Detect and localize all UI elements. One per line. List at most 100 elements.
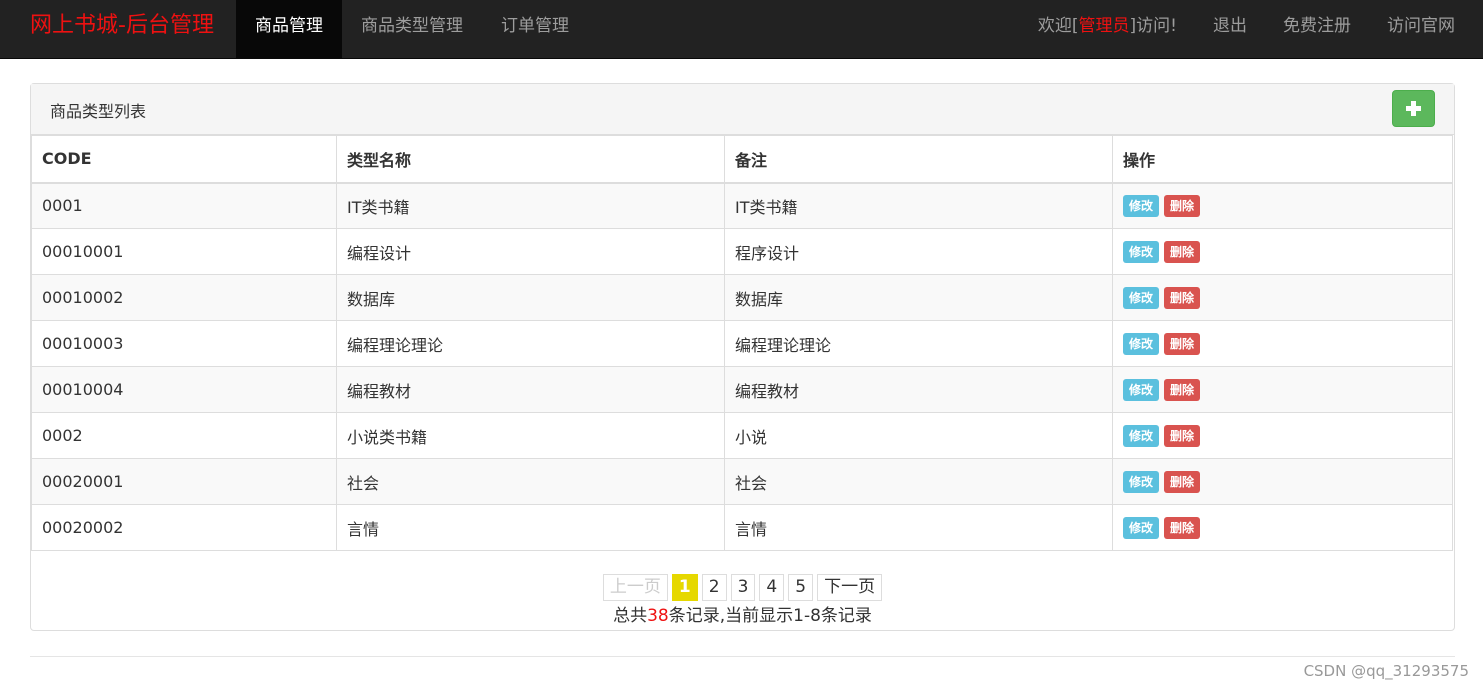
logout-link[interactable]: 退出 — [1195, 0, 1265, 58]
edit-button[interactable]: 修改 — [1123, 240, 1160, 263]
header-note: 备注 — [724, 135, 1113, 184]
header-actions: 操作 — [1112, 135, 1453, 184]
cell-type-name: 编程教材 — [336, 366, 725, 413]
cell-actions: 修改 删除 — [1112, 320, 1453, 367]
table-row: 00020001 社会 社会 修改 删除 — [31, 458, 1453, 505]
cell-note: 编程教材 — [724, 366, 1113, 413]
cell-type-name: 小说类书籍 — [336, 412, 725, 459]
delete-button[interactable]: 删除 — [1164, 240, 1201, 263]
row-actions: 修改 删除 — [1123, 424, 1442, 447]
table-row: 00010004 编程教材 编程教材 修改 删除 — [31, 366, 1453, 413]
row-actions: 修改 删除 — [1123, 194, 1442, 217]
add-type-button[interactable] — [1392, 90, 1435, 127]
cell-code: 00020002 — [31, 504, 337, 551]
table-row: 00010001 编程设计 程序设计 修改 删除 — [31, 228, 1453, 275]
edit-button[interactable]: 修改 — [1123, 378, 1160, 401]
cell-note: 社会 — [724, 458, 1113, 505]
header-type-name: 类型名称 — [336, 135, 725, 184]
cell-actions: 修改 删除 — [1112, 274, 1453, 321]
brand-title[interactable]: 网上书城-后台管理 — [30, 11, 214, 41]
table-row: 0001 IT类书籍 IT类书籍 修改 删除 — [31, 182, 1453, 229]
cell-note: IT类书籍 — [724, 182, 1113, 229]
pagination: 上一页 1 2 3 4 5 下一页 — [31, 574, 1454, 601]
page-2-button[interactable]: 2 — [701, 574, 727, 601]
panel-heading: 商品类型列表 — [31, 84, 1454, 135]
cell-type-name: IT类书籍 — [336, 182, 725, 229]
cell-actions: 修改 删除 — [1112, 182, 1453, 229]
edit-button[interactable]: 修改 — [1123, 470, 1160, 493]
panel-title: 商品类型列表 — [50, 102, 147, 121]
cell-note: 程序设计 — [724, 228, 1113, 275]
page-info-suffix: 条记录,当前显示1-8条记录 — [668, 606, 872, 626]
cell-note: 编程理论理论 — [724, 320, 1113, 367]
top-navbar: 网上书城-后台管理 商品管理 商品类型管理 订单管理 欢迎[管理员]访问! 退出… — [0, 0, 1483, 59]
edit-button[interactable]: 修改 — [1123, 286, 1160, 309]
table-row: 00020002 言情 言情 修改 删除 — [31, 504, 1453, 551]
delete-button[interactable]: 删除 — [1164, 516, 1201, 539]
row-actions: 修改 删除 — [1123, 516, 1442, 539]
cell-type-name: 社会 — [336, 458, 725, 505]
welcome-suffix: ]访问! — [1129, 16, 1177, 36]
cell-actions: 修改 删除 — [1112, 366, 1453, 413]
cell-type-name: 编程理论理论 — [336, 320, 725, 367]
page-1-button[interactable]: 1 — [671, 574, 698, 601]
cell-note: 言情 — [724, 504, 1113, 551]
welcome-text: 欢迎[管理员]访问! — [1020, 0, 1195, 58]
nav-item-goods-type[interactable]: 商品类型管理 — [342, 0, 482, 58]
total-count: 38 — [647, 606, 669, 626]
delete-button[interactable]: 删除 — [1164, 286, 1201, 309]
page-3-button[interactable]: 3 — [730, 574, 756, 601]
nav-item-goods[interactable]: 商品管理 — [236, 0, 342, 58]
goods-type-panel: 商品类型列表 CODE 类型名称 备注 操作 0001 IT类书籍 IT类书籍 修改删… — [30, 83, 1455, 631]
delete-button[interactable]: 删除 — [1164, 470, 1201, 493]
table-header-row: CODE 类型名称 备注 操作 — [31, 135, 1453, 184]
row-actions: 修改 删除 — [1123, 286, 1442, 309]
row-actions: 修改 删除 — [1123, 470, 1442, 493]
table-row: 00010003 编程理论理论 编程理论理论 修改 删除 — [31, 320, 1453, 367]
prev-page-button[interactable]: 上一页 — [602, 574, 668, 601]
header-code: CODE — [31, 135, 337, 184]
edit-button[interactable]: 修改 — [1123, 332, 1160, 355]
goods-type-table: CODE 类型名称 备注 操作 0001 IT类书籍 IT类书籍 修改 删除 000100… — [31, 135, 1453, 551]
cell-code: 00010002 — [31, 274, 337, 321]
delete-button[interactable]: 删除 — [1164, 378, 1201, 401]
row-actions: 修改 删除 — [1123, 378, 1442, 401]
table-row: 00010002 数据库 数据库 修改 删除 — [31, 274, 1453, 321]
cell-code: 00010004 — [31, 366, 337, 413]
row-actions: 修改 删除 — [1123, 240, 1442, 263]
cell-code: 0002 — [31, 412, 337, 459]
cell-actions: 修改 删除 — [1112, 412, 1453, 459]
watermark: CSDN @qq_31293575 — [1303, 662, 1469, 680]
register-link[interactable]: 免费注册 — [1265, 0, 1369, 58]
cell-actions: 修改 删除 — [1112, 504, 1453, 551]
cell-code: 0001 — [31, 182, 337, 229]
page-info: 总共38条记录,当前显示1-8条记录 — [31, 601, 1454, 626]
delete-button[interactable]: 删除 — [1164, 194, 1201, 217]
page-info-prefix: 总共 — [613, 606, 648, 626]
next-page-button[interactable]: 下一页 — [817, 574, 883, 601]
delete-button[interactable]: 删除 — [1164, 424, 1201, 447]
cell-note: 数据库 — [724, 274, 1113, 321]
page-4-button[interactable]: 4 — [759, 574, 785, 601]
table-row: 0002 小说类书籍 小说 修改 删除 — [31, 412, 1453, 459]
nav-item-orders[interactable]: 订单管理 — [482, 0, 588, 58]
main-nav: 商品管理 商品类型管理 订单管理 — [236, 0, 588, 58]
welcome-prefix: 欢迎[ — [1037, 16, 1079, 36]
delete-button[interactable]: 删除 — [1164, 332, 1201, 355]
admin-name: 管理员 — [1078, 16, 1130, 36]
edit-button[interactable]: 修改 — [1123, 516, 1160, 539]
cell-type-name: 数据库 — [336, 274, 725, 321]
cell-actions: 修改 删除 — [1112, 228, 1453, 275]
cell-code: 00010003 — [31, 320, 337, 367]
row-actions: 修改 删除 — [1123, 332, 1442, 355]
user-nav: 欢迎[管理员]访问! 退出 免费注册 访问官网 — [1020, 0, 1473, 58]
cell-code: 00020001 — [31, 458, 337, 505]
page-5-button[interactable]: 5 — [788, 574, 814, 601]
plus-icon — [1406, 101, 1421, 116]
official-site-link[interactable]: 访问官网 — [1369, 0, 1473, 58]
cell-note: 小说 — [724, 412, 1113, 459]
cell-type-name: 言情 — [336, 504, 725, 551]
edit-button[interactable]: 修改 — [1123, 424, 1160, 447]
edit-button[interactable]: 修改 — [1123, 194, 1160, 217]
cell-code: 00010001 — [31, 228, 337, 275]
